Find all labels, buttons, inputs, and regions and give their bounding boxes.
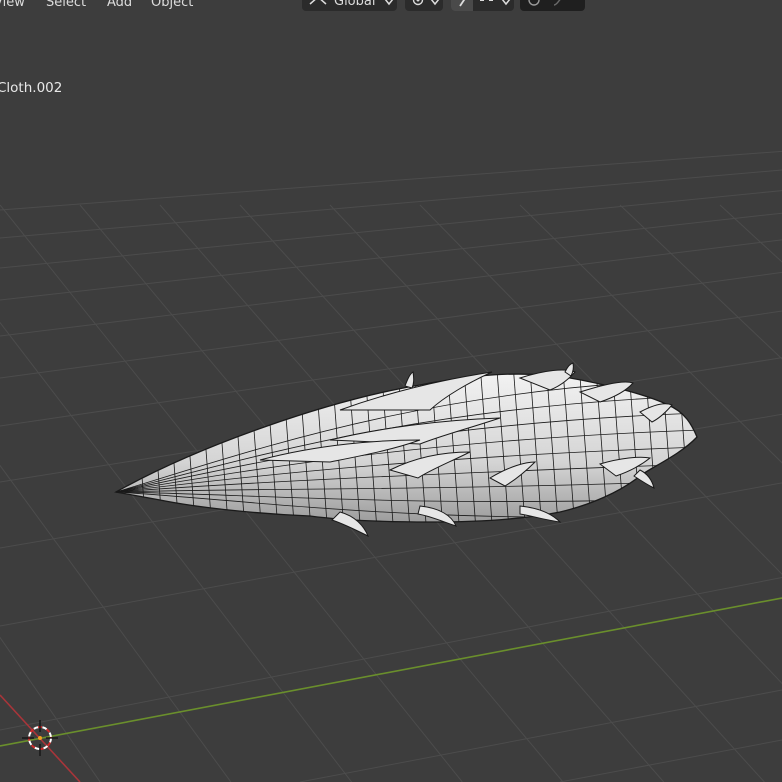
magnet-icon xyxy=(459,0,466,7)
menu-select[interactable]: Select xyxy=(46,0,86,11)
mesh-edge xyxy=(166,374,180,522)
grid-line xyxy=(0,150,782,211)
transform-orientation-dropdown[interactable]: Global xyxy=(302,0,397,11)
menu-object[interactable]: Object xyxy=(151,0,193,11)
snap-dropdown[interactable] xyxy=(451,0,514,11)
grid-line xyxy=(0,169,782,239)
grid-line xyxy=(299,689,782,782)
viewport-header: View Select Add Object Global xyxy=(0,0,782,12)
pivot-icon xyxy=(412,0,424,6)
falloff-curve-icon xyxy=(553,0,561,6)
grid-line xyxy=(619,204,782,360)
pivot-point-dropdown[interactable] xyxy=(405,0,443,11)
cloth-mesh[interactable] xyxy=(114,362,700,538)
3d-viewport[interactable]: View Select Add Object Global xyxy=(0,0,782,782)
viewport-grid xyxy=(0,150,782,782)
proportional-editing-icon xyxy=(528,0,540,6)
orientation-label: Global xyxy=(334,0,376,9)
chevron-down-icon xyxy=(430,0,440,6)
active-object-label: Cloth.002 xyxy=(0,80,63,96)
snap-increment-icon xyxy=(480,0,493,1)
chevron-down-icon xyxy=(384,0,394,6)
snap-toggle[interactable] xyxy=(451,0,473,11)
mesh-fin xyxy=(404,371,415,389)
menu-view[interactable]: View xyxy=(0,0,25,11)
grid-line xyxy=(0,636,101,782)
proportional-editing-group[interactable] xyxy=(520,0,585,11)
chevron-down-icon xyxy=(501,0,511,6)
grid-line xyxy=(559,739,782,782)
orientation-icon xyxy=(309,0,327,5)
menu-add[interactable]: Add xyxy=(107,0,132,11)
mesh-edge xyxy=(150,374,163,522)
grid-line xyxy=(0,577,782,731)
